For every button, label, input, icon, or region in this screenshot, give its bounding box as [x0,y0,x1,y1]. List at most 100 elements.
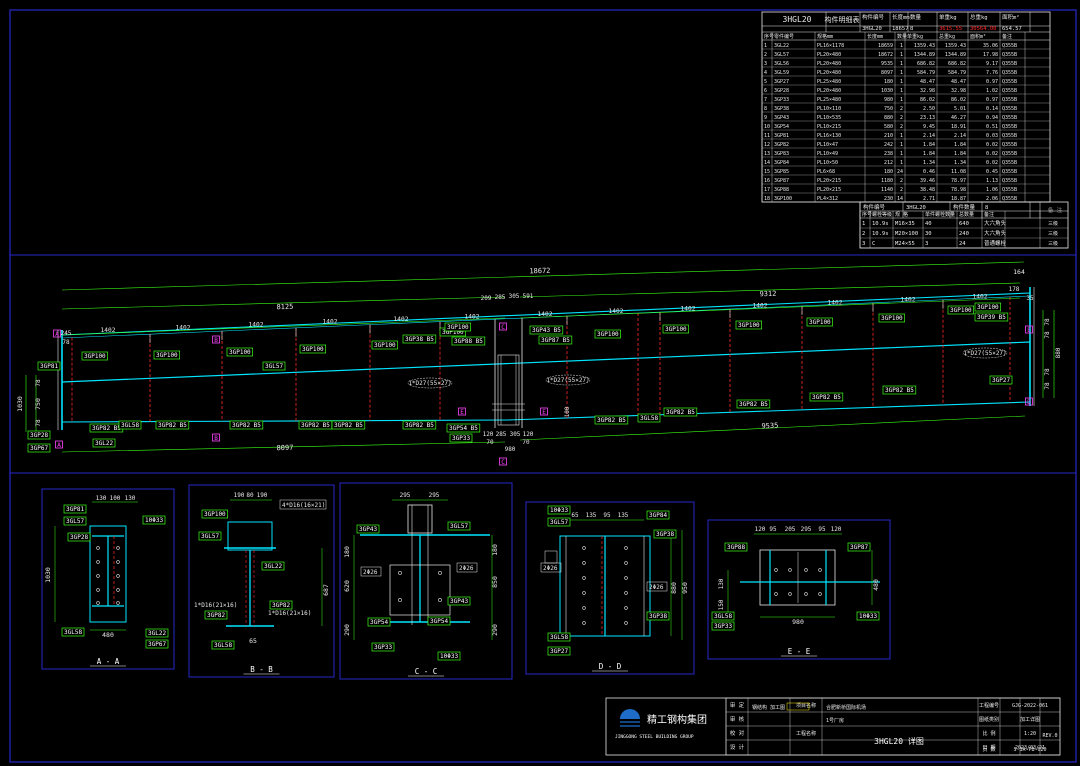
bolt-head: 3HGL20 [906,205,926,211]
dim-left-height-text: 78 [35,379,42,387]
bom-cell: 2 [764,52,767,58]
tag-left: 3GP100 [444,322,471,332]
bom-cell: 1 [900,88,903,94]
tag-top: 3GP100 [662,324,689,334]
part-tag-text: 3GP39 B5 [977,314,1006,321]
tb-sheet-label: 页 数 [982,746,995,753]
dim: 100 [110,495,121,502]
bolt-hole [818,568,822,572]
section-tag: 3GP82 [204,610,228,620]
bom-cell: 3 [764,61,767,67]
bom-cell: 18.91 [951,124,966,130]
bom-cell: Q355B [1002,79,1017,85]
bolt-hole [96,588,100,592]
dim-bottom-mid: 70 [522,439,530,446]
tb-label: 审 核 [730,715,745,723]
tb-label: 校 对 [730,729,745,737]
part-tag-text: 3GP100 [950,307,972,314]
bom-cell: 3GP100 [774,196,792,202]
bom-cell: PL10×47 [817,142,838,148]
dim: 295 [400,492,411,499]
hole-note: 4*D16(16×21) [282,502,325,509]
part-tag-text: 3GP100 [977,304,999,311]
tag-bottom: 3GP82 B5 [89,423,124,433]
section-tag: 3GP38 [646,611,670,621]
bolt-cell: 640 [959,221,969,227]
bom-cell: 3GL22 [774,43,789,49]
bom-cell: 750 [884,106,893,112]
tag-top: 3GL57 [262,361,286,371]
tag-top: 3GP100 [153,350,180,360]
bolt-cell: 24 [959,241,966,247]
bom-cell: 7 [764,97,767,103]
dim: 295 [429,492,440,499]
bom-cell: 35.06 [983,43,998,49]
section-tag: 3GP28 [67,532,91,542]
tb-value: 1:20 [1024,731,1036,737]
tag-bottom: 3GL58 [637,413,661,423]
bom-cell: 1140 [881,187,893,193]
part-tag-text: 3GL57 [550,519,568,526]
section-mark-letter: B [214,337,218,344]
part-tag-text: 3GP27 [992,377,1010,384]
bom-cell: 1.34 [923,160,935,166]
dim: 980 [792,618,804,626]
section-tag: 3GP43 [447,596,471,606]
bom-cell: 980 [884,97,893,103]
part-tag-text: 3GL58 [214,642,232,649]
part-tag-text: 3GL58 [550,634,568,641]
tag-bottom: 3GP82 B5 [594,415,629,425]
bom-cell: 1.13 [986,178,998,184]
bolt-hole [582,621,586,625]
part-tag-text: 3GP82 B5 [405,422,434,429]
bom-cell: 210 [884,133,893,139]
bom-cell: 0.45 [986,169,998,175]
bolt-head: 构件编号 [863,203,886,211]
bolt-hole [804,568,808,572]
part-tag-text: 10Φ33 [440,653,458,660]
bom-cell: 230 [884,196,893,202]
dim-bottom-mid: 980 [505,446,516,453]
section-mark: C [499,457,507,466]
dim-spacing-text: 1402 [973,294,988,301]
bom-cell: PL25×480 [817,79,841,85]
bom-cell: PL10×49 [817,151,838,157]
part-tag-text: 3GP54 B5 [449,425,478,432]
bom-cell: PL25×480 [817,97,841,103]
bom-col-header: 备注 [1002,33,1012,40]
bom-cell: PL20×480 [817,88,841,94]
bom-cell: 78.97 [951,178,966,184]
tag-bottom: 3GP54 B5 [446,423,481,433]
bolt-cell: 240 [959,231,969,237]
part-tag-text: 3GP43 [450,598,468,605]
bom-cell: 3GP54 [774,124,789,130]
dim-spacing-text: 1402 [249,322,264,329]
section-tag: 3GL57 [198,531,222,541]
bolt-hole [818,592,822,596]
part-tag-text: 3GL57 [450,523,468,530]
bolt-cell: 30 [925,231,932,237]
part-tag-text: 3GP82 [207,612,225,619]
bom-cell: 32.98 [920,88,935,94]
bom-cell: 180 [884,169,893,175]
section-tag: 3GP38 [653,529,677,539]
company-en: JINGGONG STEEL BUILDING GROUP [615,734,694,740]
section-title: A - A [97,657,120,666]
bom-cell: 584.79 [917,70,935,76]
bom-cell: 2.50 [923,106,935,112]
part-tag-text: 3GL58 [121,422,139,429]
bom-cell: PL20×215 [817,178,841,184]
bolt-hole [624,606,628,610]
part-tag-text: 3GL22 [148,630,166,637]
bom-cell: 2 [900,115,903,121]
section-tag: 3GL22 [145,628,169,638]
tag-bottom: 3GP82 B5 [663,407,698,417]
bom-cell: 1.02 [986,88,998,94]
bom-cell: 2.14 [954,133,966,139]
bom-col-header: 总重kg [939,33,955,40]
dim-left-height-text: 78 [35,419,42,427]
tag-bottom: 3GP82 B5 [229,420,264,430]
bom-cell: 3GP33 [774,97,789,103]
splice-top [407,504,433,534]
bolt-hole [398,598,402,602]
